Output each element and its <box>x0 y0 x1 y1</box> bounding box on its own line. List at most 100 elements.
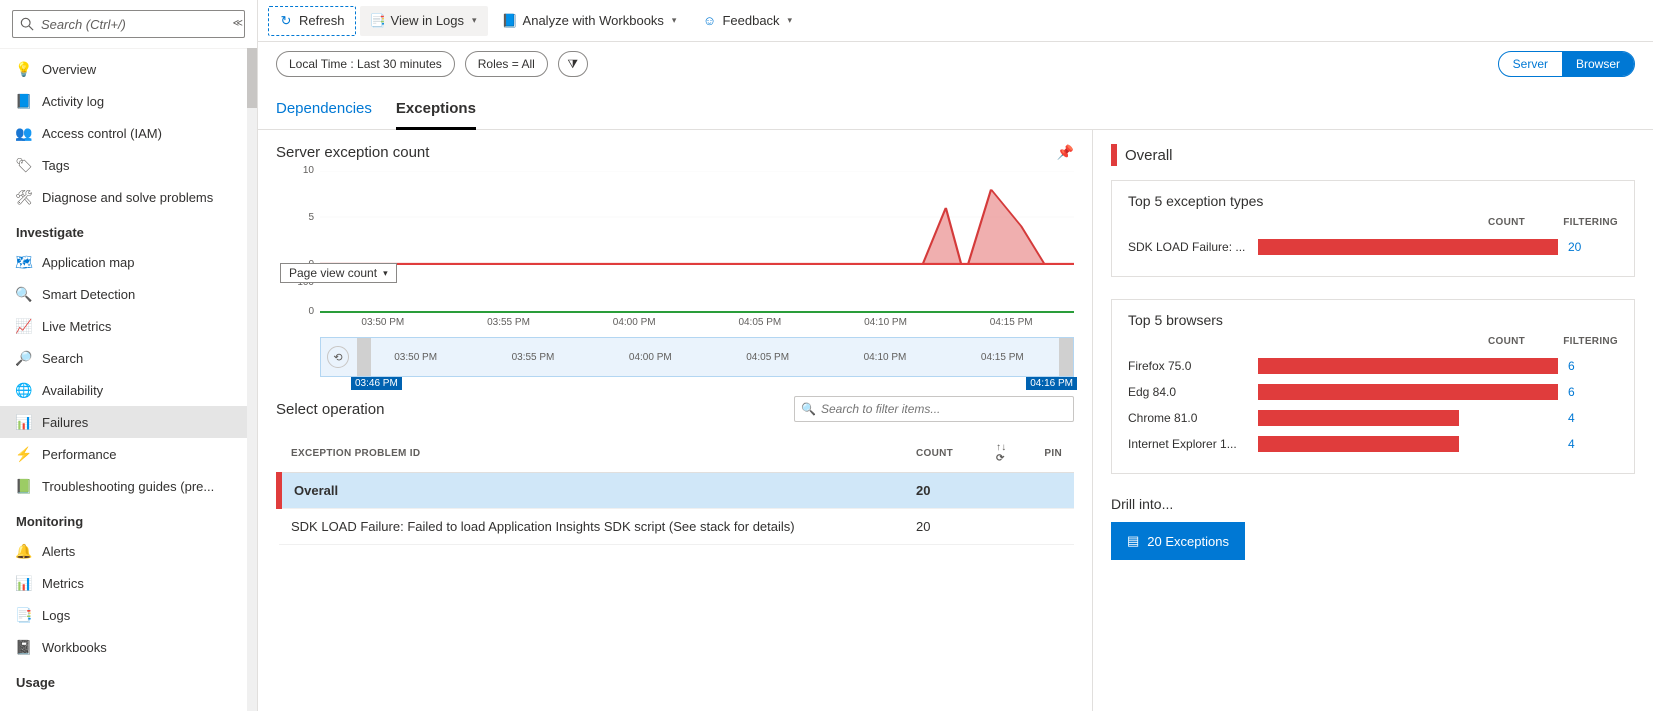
overall-header: Overall <box>1111 144 1635 166</box>
time-range-pill[interactable]: Local Time : Last 30 minutes <box>276 51 455 77</box>
time-scrubber[interactable]: ⟲ 03:50 PM03:55 PM04:00 PM04:05 PM04:10 … <box>320 337 1074 377</box>
table-row[interactable]: SDK LOAD Failure: Failed to load Applica… <box>279 509 1074 545</box>
sidebar-item-diagnose-and-solve-problems[interactable]: 🛠 Diagnose and solve problems <box>0 181 257 213</box>
col-sort[interactable]: ↑↓ ⟳ <box>984 434 1024 473</box>
scrub-restore-button[interactable]: ⟲ <box>327 346 349 368</box>
scrub-start-label: 03:46 PM <box>351 377 402 390</box>
header-count: COUNT <box>1488 217 1548 228</box>
list-icon: ▤ <box>1127 533 1139 549</box>
col-problem-id[interactable]: EXCEPTION PROBLEM ID <box>279 434 904 473</box>
sidebar-scrollbar[interactable] <box>247 48 257 711</box>
content: Server exception count 📌 10 5 0 <box>258 130 1653 711</box>
sidebar-item-application-map[interactable]: 🗺Application map <box>0 246 257 278</box>
scrub-axis: 03:50 PM03:55 PM04:00 PM04:05 PM04:10 PM… <box>357 338 1061 376</box>
chevron-down-icon: ▾ <box>383 268 388 279</box>
row-count-link[interactable]: 6 <box>1568 385 1618 399</box>
time-tick: 04:05 PM <box>709 338 826 376</box>
row-label: Edg 84.0 <box>1128 385 1248 399</box>
data-row[interactable]: SDK LOAD Failure: ...20 <box>1128 234 1618 260</box>
nav-label: Overview <box>42 62 96 77</box>
chevron-down-icon: ▾ <box>788 15 793 26</box>
nav-label: Diagnose and solve problems <box>42 190 213 205</box>
sidebar-search-input[interactable] <box>12 10 245 38</box>
col-count[interactable]: COUNT <box>904 434 984 473</box>
diagnose-icon: 🛠 <box>16 189 32 205</box>
filter-items-input[interactable] <box>794 396 1074 422</box>
top-exception-types-panel: Top 5 exception types COUNTFILTERING SDK… <box>1111 180 1635 277</box>
sidebar-item-logs[interactable]: 📑Logs <box>0 599 257 631</box>
chart-canvas[interactable] <box>320 171 1074 265</box>
row-count-link[interactable]: 4 <box>1568 437 1618 451</box>
refresh-label: Refresh <box>299 13 345 28</box>
page-view-count-selector[interactable]: Page view count ▾ <box>280 263 397 283</box>
sidebar-item-activity-log[interactable]: 📘Activity log <box>0 85 257 117</box>
sidebar-item-tags[interactable]: 🏷Tags <box>0 149 257 181</box>
table-row-overall[interactable]: Overall20 <box>279 473 1074 509</box>
sidebar-item-failures[interactable]: 📊 Failures <box>0 406 257 438</box>
tabs: Dependencies Exceptions <box>258 86 1653 130</box>
nav-label: Tags <box>42 158 69 173</box>
group-investigate: Investigate <box>0 213 257 246</box>
left-column: Server exception count 📌 10 5 0 <box>258 130 1093 711</box>
sidebar-item-smart-detection[interactable]: 🔍Smart Detection <box>0 278 257 310</box>
time-tick: 03:50 PM <box>320 313 446 333</box>
refresh-sort-icon[interactable]: ⟳ <box>996 453 1005 464</box>
chart-title: Server exception count <box>276 144 429 161</box>
feedback-button[interactable]: ☺ Feedback ▾ <box>691 6 803 36</box>
col-pin[interactable]: PIN <box>1024 434 1074 473</box>
time-axis: 03:50 PM03:55 PM04:00 PM04:05 PM04:10 PM… <box>320 313 1074 333</box>
add-filter-button[interactable]: ⧩ <box>558 51 588 77</box>
row-count-link[interactable]: 20 <box>1568 240 1618 254</box>
metrics-icon: 📊 <box>16 575 32 591</box>
y-tick-10: 10 <box>276 165 320 176</box>
sidebar-item-workbooks[interactable]: 📓Workbooks <box>0 631 257 663</box>
tab-exceptions[interactable]: Exceptions <box>396 94 476 130</box>
feedback-icon: ☺ <box>702 14 716 28</box>
data-row[interactable]: Edg 84.0 6 <box>1128 379 1618 405</box>
drill-exceptions-button[interactable]: ▤ 20 Exceptions <box>1111 522 1245 560</box>
nav-label: Failures <box>42 415 88 430</box>
nav-label: Alerts <box>42 544 75 559</box>
data-row[interactable]: Chrome 81.04 <box>1128 405 1618 431</box>
toggle-browser[interactable]: Browser <box>1562 52 1634 76</box>
group-usage: Usage <box>0 663 257 696</box>
sidebar-item-search[interactable]: 🔎Search <box>0 342 257 374</box>
analyze-workbooks-button[interactable]: 📘 Analyze with Workbooks ▾ <box>492 6 688 36</box>
data-row[interactable]: Firefox 75.0 6 <box>1128 353 1618 379</box>
view-in-logs-button[interactable]: 📑 View in Logs ▾ <box>360 6 488 36</box>
operations-table: EXCEPTION PROBLEM ID COUNT ↑↓ ⟳ PIN Over… <box>276 434 1074 545</box>
sidebar-collapse-icon[interactable]: ≪ <box>233 18 243 29</box>
nav-label: Access control (IAM) <box>42 126 162 141</box>
roles-filter-pill[interactable]: Roles = All <box>465 51 548 77</box>
area-path <box>320 171 1074 263</box>
bar-track <box>1258 358 1558 374</box>
chevron-down-icon: ▾ <box>672 15 677 26</box>
sidebar-item-alerts[interactable]: 🔔Alerts <box>0 535 257 567</box>
row-label: Firefox 75.0 <box>1128 359 1248 373</box>
scrub-handle-right[interactable] <box>1059 338 1073 376</box>
drill-into-title: Drill into... <box>1111 496 1635 512</box>
overall-title: Overall <box>1125 147 1173 164</box>
sidebar-item-metrics[interactable]: 📊Metrics <box>0 567 257 599</box>
time-tick: 04:00 PM <box>571 313 697 333</box>
row-count-link[interactable]: 6 <box>1568 359 1618 373</box>
time-tick: 04:15 PM <box>948 313 1074 333</box>
sidebar-item-live-metrics[interactable]: 📈Live Metrics <box>0 310 257 342</box>
pin-icon[interactable]: 📌 <box>1057 144 1074 161</box>
sidebar-item-access-control-iam-[interactable]: 👥Access control (IAM) <box>0 117 257 149</box>
top-exc-title: Top 5 exception types <box>1128 193 1618 209</box>
data-row[interactable]: Internet Explorer 1...4 <box>1128 431 1618 457</box>
tab-dependencies[interactable]: Dependencies <box>276 94 372 129</box>
toggle-server[interactable]: Server <box>1499 52 1562 76</box>
failures-icon: 📊 <box>16 414 32 430</box>
sidebar-item-performance[interactable]: ⚡Performance <box>0 438 257 470</box>
panel-headers: COUNTFILTERING <box>1128 217 1618 228</box>
sidebar-item-overview[interactable]: 💡Overview <box>0 53 257 85</box>
refresh-button[interactable]: ↻ Refresh <box>268 6 356 36</box>
bar-fill <box>1258 358 1558 374</box>
sidebar-item-troubleshooting-guides-pre-[interactable]: 📗Troubleshooting guides (pre... <box>0 470 257 502</box>
sidebar-scrollbar-thumb[interactable] <box>247 48 257 108</box>
sidebar-item-availability[interactable]: 🌐Availability <box>0 374 257 406</box>
sort-icon: ↑↓ <box>996 442 1007 453</box>
row-count-link[interactable]: 4 <box>1568 411 1618 425</box>
